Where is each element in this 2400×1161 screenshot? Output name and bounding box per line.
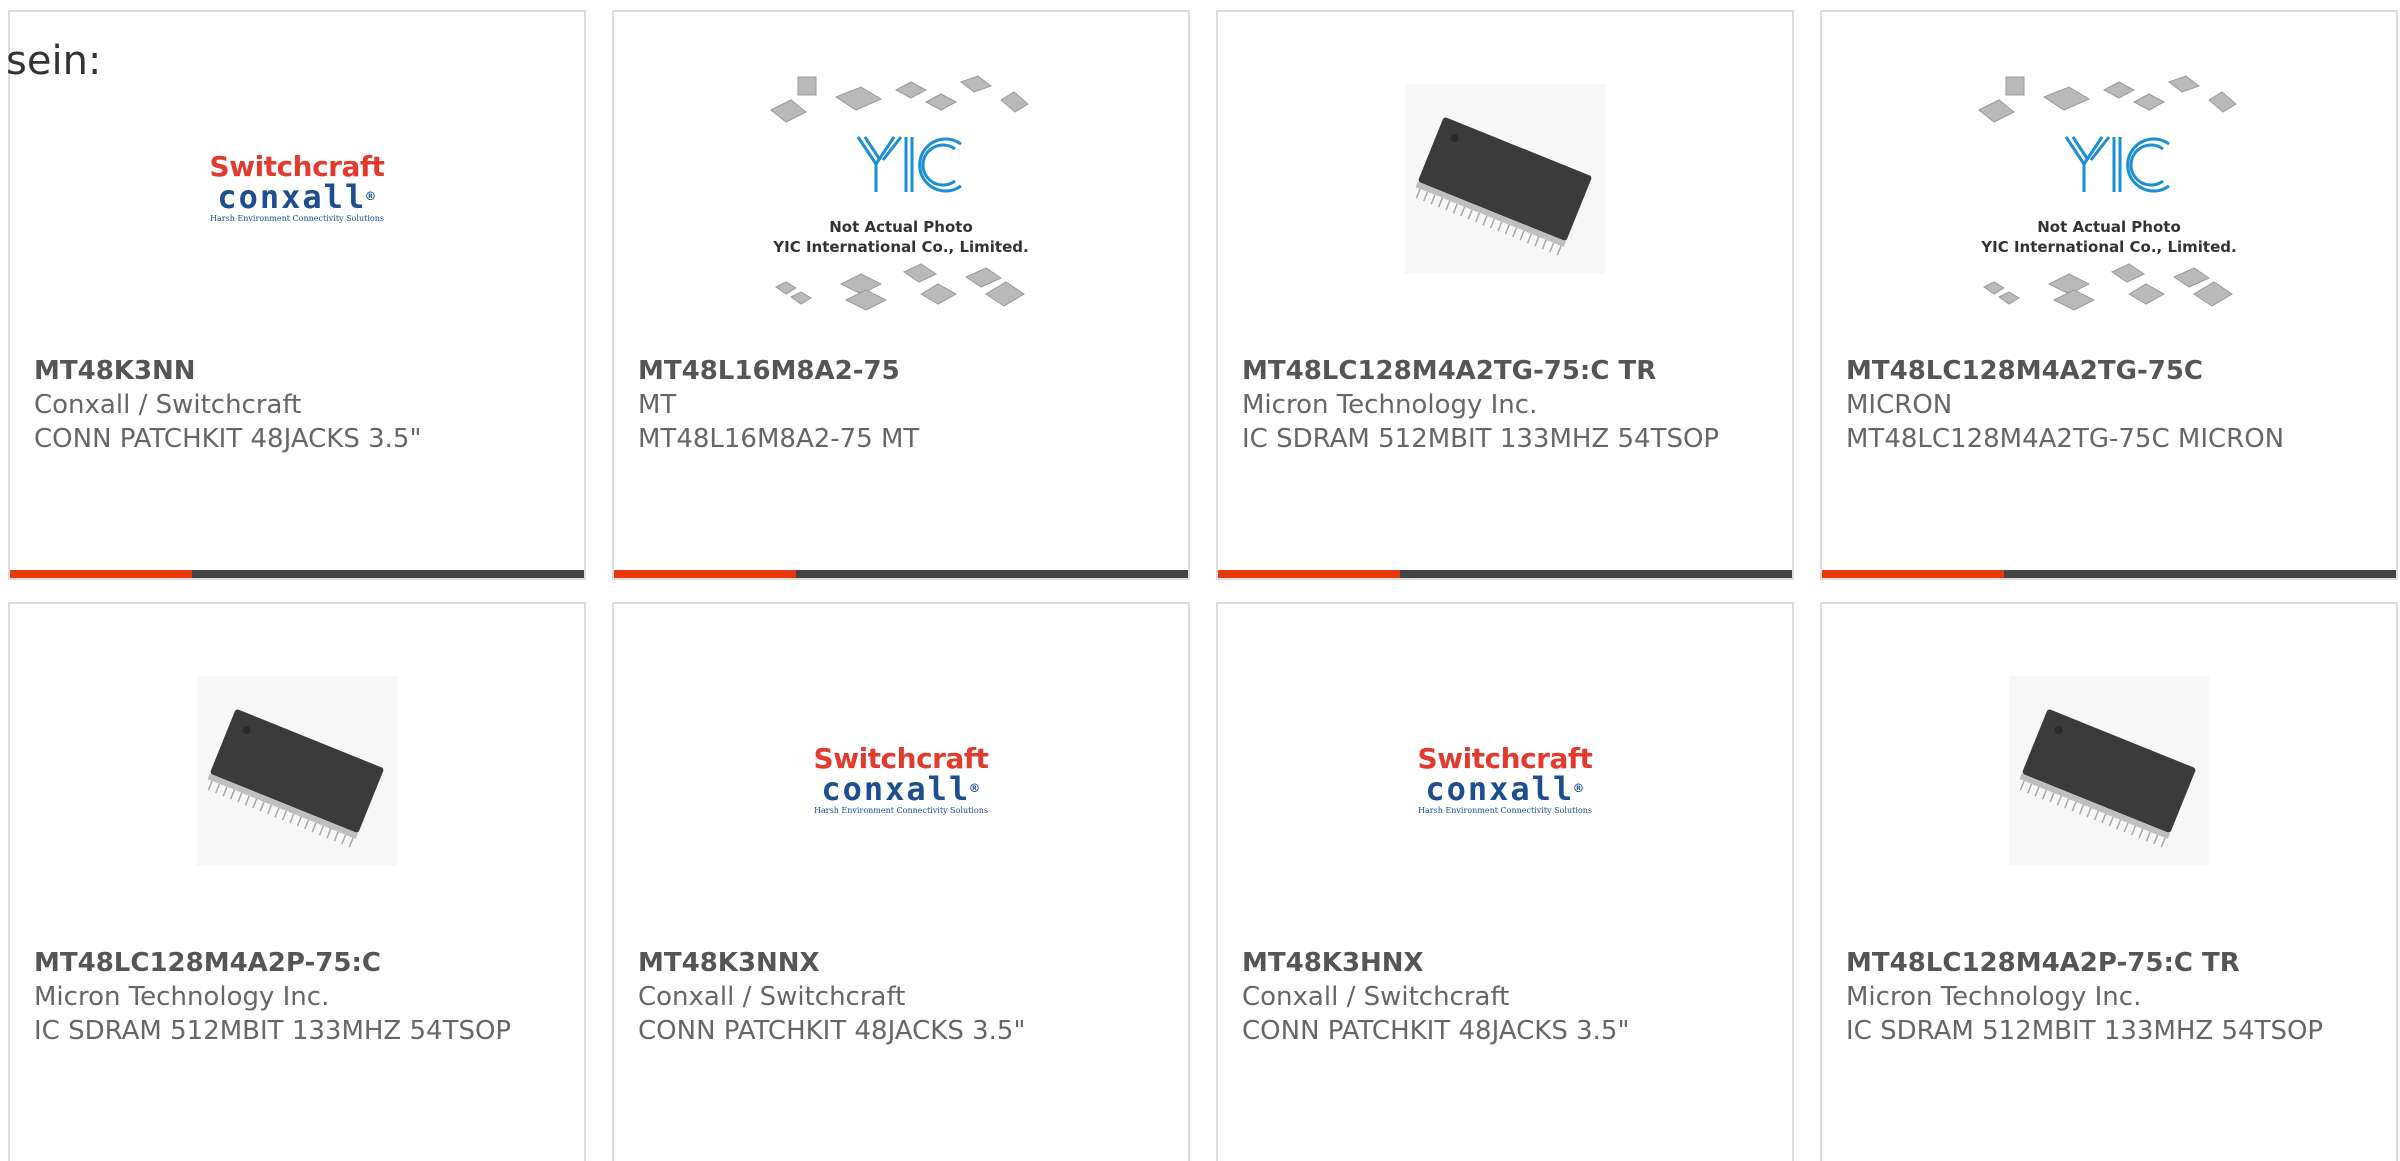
yic-placeholder-image: Not Actual Photo YIC International Co., … — [770, 75, 1029, 311]
placeholder-note: Not Actual Photo — [829, 218, 973, 236]
part-number-link[interactable]: MT48LC128M4A2P-75:C TR — [1846, 946, 2372, 980]
conxall-wordmark: conxall® — [821, 769, 981, 808]
logo-tagline: Harsh Environment Connectivity Solutions — [1418, 805, 1592, 815]
product-card[interactable]: Switchcraft conxall® Harsh Environment C… — [8, 10, 586, 580]
product-image[interactable]: Switchcraft conxall® Harsh Environment C… — [10, 72, 584, 342]
part-number-link[interactable]: MT48K3NN — [34, 354, 560, 388]
card-bottom-bar — [1822, 570, 2396, 578]
part-number-link[interactable]: MT48L16M8A2-75 — [638, 354, 1164, 388]
intro-text: sein: — [6, 38, 102, 84]
logo-tagline: Harsh Environment Connectivity Solutions — [814, 805, 988, 815]
product-grid: Switchcraft conxall® Harsh Environment C… — [8, 10, 2398, 1161]
manufacturer: Conxall / Switchcraft — [1242, 982, 1510, 1012]
product-card[interactable]: Not Actual Photo YIC International Co., … — [1820, 10, 2398, 580]
product-card[interactable]: MT48LC128M4A2TG-75:C TR Micron Technolog… — [1216, 10, 1794, 580]
logo-tagline: Harsh Environment Connectivity Solutions — [210, 213, 384, 223]
product-card[interactable]: Switchcraft conxall® Harsh Environment C… — [1216, 602, 1794, 1161]
part-number-link[interactable]: MT48K3NNX — [638, 946, 1164, 980]
tsop-chip-image — [2009, 676, 2209, 866]
description: CONN PATCHKIT 48JACKS 3.5" — [638, 1016, 1026, 1046]
description: IC SDRAM 512MBIT 133MHZ 54TSOP — [34, 1016, 512, 1046]
manufacturer: MICRON — [1846, 390, 1953, 420]
product-image[interactable]: Not Actual Photo YIC International Co., … — [614, 72, 1188, 342]
switchcraft-logo: Switchcraft conxall® Harsh Environment C… — [1405, 743, 1605, 815]
accent-bar — [10, 570, 192, 578]
product-image[interactable]: Switchcraft conxall® Harsh Environment C… — [1218, 664, 1792, 934]
product-image[interactable]: Switchcraft conxall® Harsh Environment C… — [614, 664, 1188, 934]
product-image[interactable] — [10, 664, 584, 934]
description: IC SDRAM 512MBIT 133MHZ 54TSOP — [1242, 424, 1720, 454]
switchcraft-logo: Switchcraft conxall® Harsh Environment C… — [197, 151, 397, 223]
product-image[interactable] — [1822, 664, 2396, 934]
manufacturer: Micron Technology Inc. — [1846, 982, 2142, 1012]
part-number-link[interactable]: MT48LC128M4A2TG-75:C TR — [1242, 354, 1768, 388]
conxall-wordmark: conxall® — [1425, 769, 1585, 808]
accent-bar — [1218, 570, 1400, 578]
description: IC SDRAM 512MBIT 133MHZ 54TSOP — [1846, 1016, 2324, 1046]
card-bottom-bar — [614, 570, 1188, 578]
manufacturer: MT — [638, 390, 677, 420]
description: MT48L16M8A2-75 MT — [638, 424, 920, 454]
manufacturer: Micron Technology Inc. — [1242, 390, 1538, 420]
placeholder-note: Not Actual Photo — [2037, 218, 2181, 236]
product-card[interactable]: MT48LC128M4A2P-75:C Micron Technology In… — [8, 602, 586, 1161]
description: MT48LC128M4A2TG-75C MICRON — [1846, 424, 2285, 454]
tsop-chip-image — [1405, 84, 1605, 274]
accent-bar — [1822, 570, 2004, 578]
product-card[interactable]: Switchcraft conxall® Harsh Environment C… — [612, 602, 1190, 1161]
switchcraft-logo: Switchcraft conxall® Harsh Environment C… — [801, 743, 1001, 815]
product-image[interactable] — [1218, 72, 1792, 342]
product-image[interactable]: Not Actual Photo YIC International Co., … — [1822, 72, 2396, 342]
description: CONN PATCHKIT 48JACKS 3.5" — [1242, 1016, 1630, 1046]
conxall-wordmark: conxall® — [217, 177, 377, 216]
manufacturer: Conxall / Switchcraft — [638, 982, 906, 1012]
yic-placeholder-image: Not Actual Photo YIC International Co., … — [1978, 75, 2237, 311]
manufacturer: Conxall / Switchcraft — [34, 390, 302, 420]
card-bottom-bar — [1218, 570, 1792, 578]
placeholder-company: YIC International Co., Limited. — [772, 238, 1028, 256]
accent-bar — [614, 570, 796, 578]
product-card[interactable]: MT48LC128M4A2P-75:C TR Micron Technology… — [1820, 602, 2398, 1161]
part-number-link[interactable]: MT48LC128M4A2TG-75C — [1846, 354, 2372, 388]
card-bottom-bar — [10, 570, 584, 578]
product-card[interactable]: Not Actual Photo YIC International Co., … — [612, 10, 1190, 580]
part-number-link[interactable]: MT48LC128M4A2P-75:C — [34, 946, 560, 980]
placeholder-company: YIC International Co., Limited. — [1980, 238, 2236, 256]
tsop-chip-image — [197, 676, 397, 866]
description: CONN PATCHKIT 48JACKS 3.5" — [34, 424, 422, 454]
part-number-link[interactable]: MT48K3HNX — [1242, 946, 1768, 980]
manufacturer: Micron Technology Inc. — [34, 982, 330, 1012]
